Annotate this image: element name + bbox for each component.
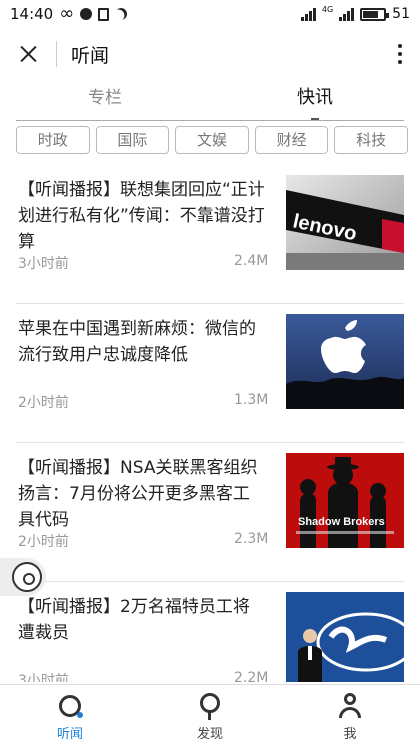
infinity-icon: ∞ [59,3,75,24]
nav-item-discover[interactable]: 发现 [140,685,280,747]
status-bar: 14:40 ∞ 4G 51 [0,0,420,28]
battery-level: 51 [392,6,410,22]
news-size: 1.3M [234,392,269,408]
top-bar: 听闻 [0,28,420,80]
news-time: 3小时前 [18,673,69,682]
category-tech[interactable]: 科技 [334,126,408,154]
divider [56,41,57,67]
news-title: 【听闻播报】联想集团回应“正计划进行私有化”传闻：不靠谱没打算 [18,180,265,252]
category-entertainment[interactable]: 文娱 [175,126,249,154]
shadow-brokers-thumbnail: Shadow Brokers [286,453,404,548]
tab-divider [16,120,404,121]
tab-flash-news[interactable]: 快讯 [210,84,420,120]
news-size: 2.3M [234,531,269,547]
nav-label: 听闻 [56,727,83,742]
tab-bar: 专栏 快讯 [0,84,420,120]
news-title: 【听闻播报】2万名福特员工将遭裁员 [18,597,250,643]
news-item[interactable]: 【听闻播报】2万名福特员工将遭裁员 3小时前 2.2M [16,582,404,682]
listen-icon [57,693,83,719]
news-item[interactable]: 【听闻播报】NSA关联黑客组织扬言：7月份将公开更多黑客工具代码 2小时前 2.… [16,443,404,582]
apple-thumbnail [286,314,404,409]
news-title: 【听闻播报】NSA关联黑客组织扬言：7月份将公开更多黑客工具代码 [18,458,258,530]
battery-icon [360,7,390,21]
signal-icon [300,7,316,21]
signal-icon-2 [339,7,355,21]
nav-item-me[interactable]: 我 [280,685,420,747]
tab-columns[interactable]: 专栏 [0,84,210,120]
ford-thumbnail [286,592,404,682]
news-item[interactable]: 苹果在中国遇到新麻烦：微信的流行致用户忠诚度降低 2小时前 1.3M [16,304,404,443]
nav-label: 发现 [196,727,223,742]
nav-item-listen[interactable]: 听闻 [0,685,140,747]
discover-icon [197,693,223,720]
network-label: 4G [321,4,334,14]
lenovo-thumbnail: lenovo [286,175,404,270]
page-title: 听闻 [71,44,110,67]
record-icon [80,8,93,20]
document-icon [98,7,110,21]
news-time: 2小时前 [18,534,69,550]
bottom-nav: 听闻 发现 我 [0,684,420,747]
news-size: 2.4M [234,253,269,269]
news-item[interactable]: 【听闻播报】联想集团回应“正计划进行私有化”传闻：不靠谱没打算 3小时前 2.4… [16,165,404,304]
floating-player[interactable] [0,558,46,596]
news-title: 苹果在中国遇到新麻烦：微信的流行致用户忠诚度降低 [18,319,256,365]
news-size: 2.2M [234,670,269,682]
category-finance[interactable]: 财经 [254,126,329,154]
profile-icon [337,693,363,719]
more-icon[interactable] [380,28,420,80]
category-international[interactable]: 国际 [95,126,170,154]
news-time: 2小时前 [18,395,69,411]
category-politics[interactable]: 时政 [16,126,90,154]
news-time: 3小时前 [18,256,69,272]
category-bar: 时政 国际 文娱 财经 科技 [16,126,408,154]
status-time: 14:40 [10,5,54,23]
nav-label: 我 [343,727,357,742]
moon-icon [113,6,129,22]
disc-icon[interactable] [12,562,42,592]
shadow-brokers-text: Shadow Brokers [298,516,385,528]
news-list: 【听闻播报】联想集团回应“正计划进行私有化”传闻：不靠谱没打算 3小时前 2.4… [0,165,420,682]
close-icon[interactable] [0,28,56,80]
